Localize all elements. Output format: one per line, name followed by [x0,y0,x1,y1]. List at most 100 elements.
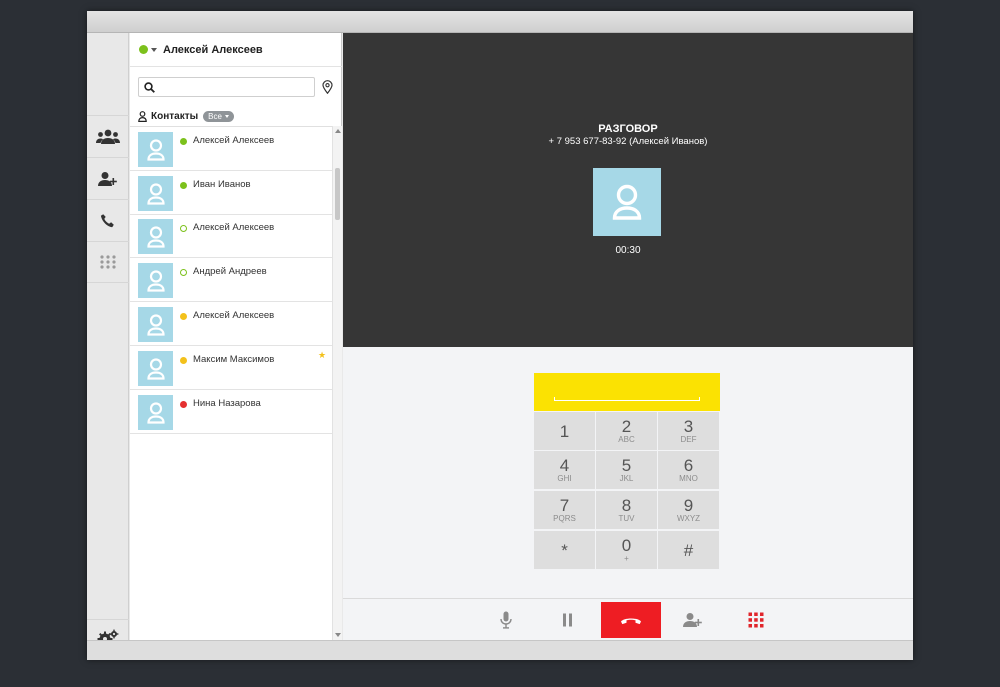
add-participant-icon [683,613,702,627]
key-digit: 9 [683,496,694,515]
list-item[interactable]: Нина Назарова [130,390,332,434]
avatar [138,307,173,342]
key-digit: 3 [683,417,694,436]
user-placeholder-icon [146,138,165,161]
avatar [138,395,173,430]
dialpad-key-6[interactable]: 6 MNO [658,451,719,489]
user-placeholder-icon [146,225,165,248]
dialpad-key-0[interactable]: 0 + [596,531,657,569]
key-digit: 6 [683,456,694,475]
current-user-header[interactable]: Алексей Алексеев [130,33,342,67]
contacts-filter-label: Контакты [151,110,199,122]
rail-spacer [87,33,129,115]
contacts-nav-button[interactable] [87,115,129,157]
list-item[interactable]: Алексей Алексеев [130,127,332,171]
dialpad-nav-button[interactable] [87,241,129,283]
call-controls-toolbar [343,598,913,640]
hang-up-button[interactable] [601,602,661,638]
key-letters: PQRS [553,514,576,523]
key-digit: * [561,540,568,560]
contact-name: Алексей Алексеев [193,135,275,146]
contact-name: Нина Назарова [193,398,261,409]
contacts-filter-dropdown[interactable]: Все [203,110,234,122]
dialpad-panel: 1 2 ABC 3 DEF 4 GHI 5 JKL 6 MNO 7 PQRS 8 TUV 9W… [343,347,913,598]
dialpad-key-star[interactable]: * [534,531,595,569]
scroll-up-icon[interactable] [335,129,341,133]
presence-available-indicator [180,269,187,276]
avatar [138,219,173,254]
dialpad-key-1[interactable]: 1 [534,412,595,450]
list-item[interactable]: Максим Максимов ★ [130,346,332,390]
avatar [138,263,173,298]
dial-input[interactable] [554,381,700,399]
dial-input-underline [554,397,700,401]
current-user-name: Алексей Алексеев [163,43,263,56]
presence-away-indicator [180,313,187,320]
active-call-panel: РАЗГОВОР + 7 953 677-83-92 (Алексей Иван… [343,33,913,347]
contact-list: Алексей Алексеев Иван Иванов Алексей Але… [130,126,332,640]
dialpad-key-5[interactable]: 5 JKL [596,451,657,489]
key-letters: JKL [619,474,634,483]
person-icon [138,110,147,122]
contact-name: Андрей Андреев [193,266,267,277]
hang-up-icon [621,618,641,625]
user-placeholder-icon [146,313,165,336]
add-contact-icon [98,171,117,186]
microphone-icon [500,611,512,629]
list-item[interactable]: Алексей Алексеев [130,302,332,346]
presence-away-indicator [180,357,187,364]
key-digit: 4 [559,456,570,475]
avatar [138,351,173,386]
search-row [138,77,336,99]
dialpad-key-9[interactable]: 9 WXYZ [658,491,719,529]
contacts-filter-value: Все [208,111,222,121]
call-timer: 00:30 [615,245,641,256]
chevron-down-icon[interactable] [151,47,157,52]
search-box[interactable] [138,77,315,97]
contact-list-scrollbar[interactable] [332,126,342,640]
avatar [138,176,173,211]
call-number: + 7 953 677-83-92 (Алексей Иванов) [548,136,708,147]
dialpad-key-hash[interactable]: # [658,531,719,569]
add-participant-button[interactable] [663,602,723,638]
user-placeholder-icon [612,184,642,220]
favorite-star-icon[interactable]: ★ [318,350,326,361]
scrollbar-thumb[interactable] [335,168,340,220]
dialpad-key-8[interactable]: 8 TUV [596,491,657,529]
user-placeholder-icon [146,269,165,292]
phone-icon [100,213,114,227]
status-bar [87,640,913,660]
dialpad-key-3[interactable]: 3 DEF [658,412,719,450]
key-digit: 5 [621,456,632,475]
list-item[interactable]: Алексей Алексеев [130,214,332,258]
dialpad-icon [748,612,764,628]
dialpad-icon [100,255,116,269]
mute-button[interactable] [476,602,536,638]
chevron-down-icon [224,114,229,118]
key-digit: 1 [559,421,570,441]
list-item[interactable]: Андрей Андреев [130,258,332,302]
user-placeholder-icon [146,182,165,205]
show-dialpad-button[interactable] [726,602,786,638]
dialpad-key-7[interactable]: 7 PQRS [534,491,595,529]
calls-nav-button[interactable] [87,199,129,241]
hold-button[interactable] [537,602,597,638]
scroll-down-icon[interactable] [335,633,341,637]
add-contact-nav-button[interactable] [87,157,129,199]
dialpad-key-2[interactable]: 2 ABC [596,412,657,450]
location-pin-icon[interactable] [322,80,333,94]
app-window: Алексей Алексеев Контакты Все Алексей Ал… [87,11,913,660]
dial-input-box[interactable] [534,373,720,411]
key-digit: 0 [621,536,632,555]
contact-name: Алексей Алексеев [193,310,275,321]
search-input[interactable] [159,81,309,93]
title-bar [87,11,913,33]
contact-name: Иван Иванов [193,179,251,190]
contacts-panel: Алексей Алексеев Контакты Все Алексей Ал… [130,33,342,640]
list-item[interactable]: Иван Иванов [130,171,332,215]
key-letters: TUV [618,514,635,523]
user-status-indicator[interactable] [139,45,148,54]
key-letters: MNO [679,474,698,483]
dialpad-key-4[interactable]: 4 GHI [534,451,595,489]
key-letters: + [624,554,629,563]
